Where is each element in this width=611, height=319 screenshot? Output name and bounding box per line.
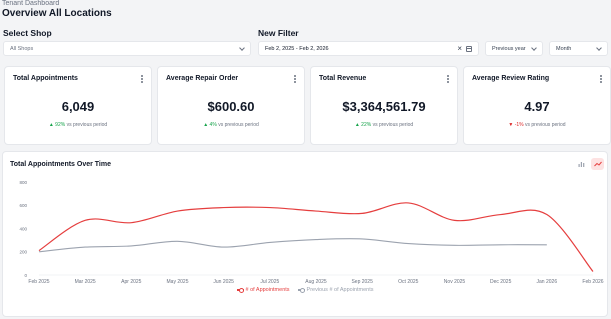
- y-tick-label: 200: [19, 250, 27, 255]
- y-tick-label: 800: [19, 180, 27, 185]
- kpi-change-value: ▲ 4%: [203, 122, 217, 128]
- kpi-value: $3,364,561.79: [342, 99, 426, 114]
- legend-label-previous: Previous # of Appointments: [306, 287, 374, 293]
- x-tick-label: Jul 2025: [260, 279, 279, 285]
- calendar-icon[interactable]: [466, 45, 472, 52]
- line-chart: 0 200 400 600 800 Feb 2025 Mar 2025 Apr 2025 May…: [19, 180, 603, 285]
- x-tick-label: Oct 2025: [398, 279, 419, 285]
- kpi-change-suffix: vs previous period: [525, 122, 566, 128]
- chevron-down-icon: [239, 44, 245, 51]
- kpi-change-suffix: vs previous period: [66, 122, 108, 128]
- x-tick-label: Feb 2026: [582, 279, 603, 285]
- page-title: Overview All Locations: [2, 8, 112, 19]
- kpi-change: ▲ 22% vs previous period: [311, 122, 457, 128]
- x-tick-label: Apr 2025: [121, 279, 142, 285]
- x-tick-label: Sep 2025: [351, 279, 373, 285]
- chart-legend: # of Appointments Previous # of Appointm…: [3, 287, 607, 293]
- kpi-change-value: ▼ -1%: [508, 122, 524, 128]
- x-tick-label: Aug 2025: [305, 279, 327, 285]
- shop-filter-label: Select Shop: [3, 28, 52, 38]
- date-range-input[interactable]: Feb 2, 2025 - Feb 2, 2026 ×: [258, 41, 479, 56]
- date-filter-label: New Filter: [258, 28, 299, 38]
- kpi-title: Total Appointments: [13, 75, 78, 82]
- y-tick-label: 400: [19, 226, 27, 231]
- kpi-change: ▼ -1% vs previous period: [464, 122, 610, 128]
- x-tick-label: May 2025: [167, 279, 189, 285]
- legend-swatch-previous: [297, 288, 305, 292]
- kpi-change-suffix: vs previous period: [218, 122, 259, 128]
- date-range-actions: ×: [457, 44, 472, 53]
- kpi-change: ▲ 92% vs previous period: [5, 122, 151, 128]
- shop-select-value: All Shops: [10, 45, 34, 52]
- kpi-change-suffix: vs previous period: [372, 122, 414, 128]
- series-line-previous: [38, 238, 547, 253]
- granularity-select[interactable]: Month: [549, 41, 608, 56]
- x-tick-label: Dec 2025: [490, 279, 512, 285]
- legend-swatch-current: [236, 288, 244, 292]
- kpi-title: Total Revenue: [319, 75, 367, 82]
- appointments-chart-card: Total Appointments Over Time 0 200 400 600 8…: [2, 151, 608, 317]
- comparison-select-value: Previous year: [492, 45, 526, 52]
- x-tick-label: Nov 2025: [444, 279, 466, 285]
- y-tick-label: 0: [24, 273, 27, 278]
- legend-label-current: # of Appointments: [245, 287, 290, 293]
- comparison-select[interactable]: Previous year: [485, 41, 543, 56]
- kpi-value: 4.97: [524, 99, 550, 114]
- kpi-card-appointments: Total Appointments 6,049 ▲ 92% vs previo…: [4, 66, 152, 145]
- y-tick-label: 600: [19, 203, 27, 208]
- kpi-card-total-revenue: Total Revenue $3,364,561.79 ▲ 22% vs pre…: [310, 66, 458, 145]
- x-tick-label: Jun 2025: [213, 279, 234, 285]
- x-tick-label: Feb 2025: [28, 279, 49, 285]
- x-tick-label: Mar 2025: [75, 279, 96, 285]
- kebab-menu-icon[interactable]: [294, 75, 296, 83]
- kebab-menu-icon[interactable]: [447, 75, 449, 83]
- granularity-select-value: Month: [556, 45, 572, 52]
- legend-item-current[interactable]: # of Appointments: [236, 287, 290, 293]
- breadcrumb: Tenant Dashboard: [2, 0, 60, 7]
- close-icon[interactable]: ×: [457, 44, 462, 53]
- kpi-change: ▲ 4% vs previous period: [158, 122, 304, 128]
- kpi-title: Average Repair Order: [166, 75, 239, 82]
- date-range-value: Feb 2, 2025 - Feb 2, 2026: [265, 45, 329, 52]
- kpi-change-value: ▲ 92%: [48, 122, 66, 128]
- kpi-card-avg-repair-order: Average Repair Order $600.60 ▲ 4% vs pre…: [157, 66, 305, 145]
- shop-select[interactable]: All Shops: [3, 41, 251, 56]
- kpi-value: 6,049: [61, 99, 95, 114]
- chevron-down-icon: [596, 44, 602, 51]
- kebab-menu-icon[interactable]: [600, 75, 602, 83]
- kpi-card-review-rating: Average Review Rating 4.97 ▼ -1% vs prev…: [463, 66, 611, 145]
- kpi-title: Average Review Rating: [472, 75, 550, 82]
- kpi-value: $600.60: [207, 99, 255, 114]
- legend-item-previous[interactable]: Previous # of Appointments: [297, 287, 374, 293]
- x-tick-label: Jan 2026: [537, 279, 558, 285]
- kebab-menu-icon[interactable]: [141, 75, 143, 83]
- series-line-current: [38, 202, 594, 272]
- kpi-change-value: ▲ 22%: [354, 122, 372, 128]
- chevron-down-icon: [531, 44, 537, 51]
